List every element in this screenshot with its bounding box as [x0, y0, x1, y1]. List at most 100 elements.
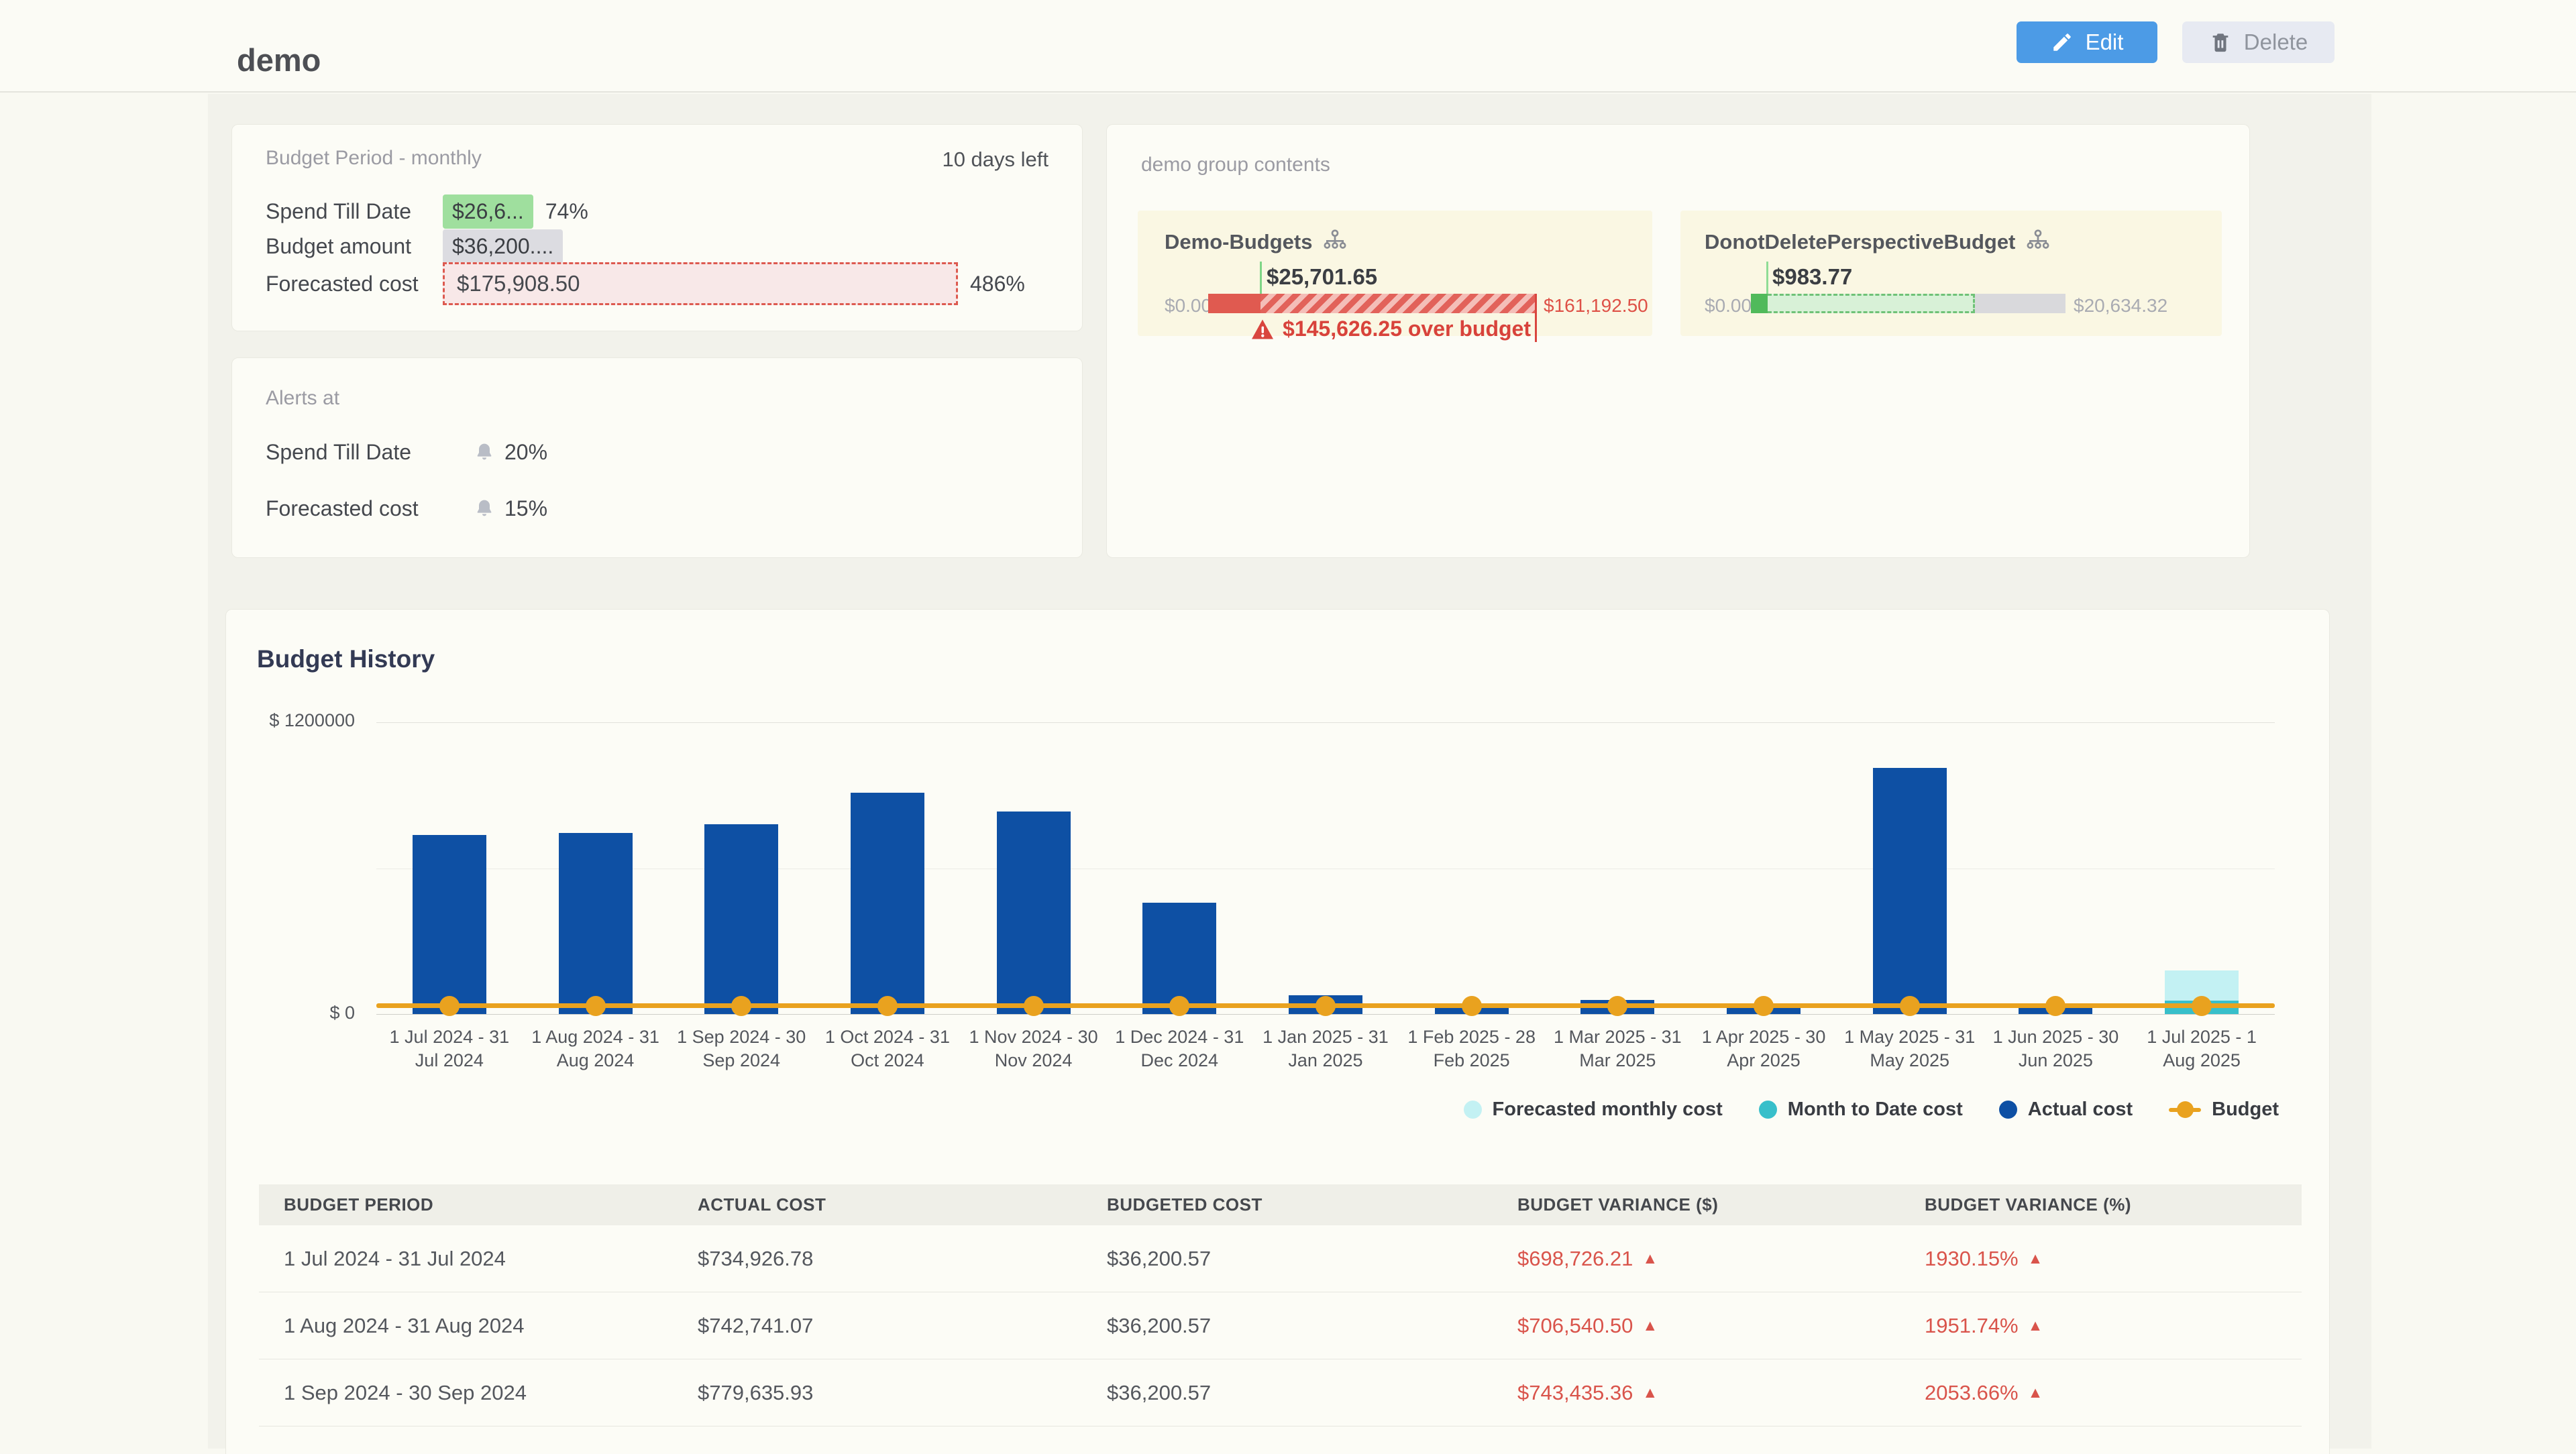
actual-cost-bar	[704, 824, 778, 1014]
legend-item[interactable]: Forecasted monthly cost	[1464, 1099, 1723, 1121]
budget-progress-bar	[1208, 294, 1536, 313]
spend-till-date-label: Spend Till Date	[266, 199, 443, 224]
cell-budget-period: 1 Jul 2024 - 31 Jul 2024	[259, 1247, 673, 1271]
spend-till-date-row: Spend Till Date $26,6... 74%	[266, 194, 588, 229]
delete-button[interactable]: Delete	[2182, 21, 2334, 63]
x-axis-label: 1 Aug 2024 - 31Aug 2024	[523, 1025, 669, 1072]
table-row: 1 Jul 2024 - 31 Jul 2024$734,926.78$36,2…	[259, 1225, 2302, 1292]
budget-history-title: Budget History	[257, 645, 435, 673]
actual-cost-bar	[413, 835, 486, 1014]
x-axis-labels: 1 Jul 2024 - 31Jul 20241 Aug 2024 - 31Au…	[376, 1025, 2275, 1072]
cell-budgeted-cost: $36,200.57	[1082, 1381, 1493, 1405]
budget-marker	[586, 996, 606, 1016]
budget-marker	[1169, 996, 1189, 1016]
delete-button-label: Delete	[2244, 30, 2308, 55]
bar-max-label: $161,192.50	[1544, 295, 1648, 317]
cell-budget-period: 1 Sep 2024 - 30 Sep 2024	[259, 1381, 673, 1405]
over-budget-marker-line	[1535, 294, 1537, 342]
x-axis-label: 1 Jul 2025 - 1Aug 2025	[2129, 1025, 2275, 1072]
cell-actual-cost: $779,635.93	[673, 1381, 1082, 1405]
budget-current-value: $983.77	[1772, 264, 1852, 290]
x-axis-label: 1 Apr 2025 - 30Apr 2025	[1690, 1025, 1837, 1072]
actual-cost-bar	[997, 812, 1071, 1014]
forecasted-cost-value: $175,908.50	[457, 271, 580, 296]
table-header-row: BUDGET PERIOD ACTUAL COST BUDGETED COST …	[259, 1184, 2302, 1225]
legend-label: Budget	[2212, 1099, 2279, 1121]
legend-item[interactable]: Budget	[2169, 1099, 2279, 1121]
cell-actual-cost: $742,741.07	[673, 1314, 1082, 1338]
legend-item[interactable]: Month to Date cost	[1759, 1099, 1963, 1121]
budget-tile-donotdelete[interactable]: DonotDeletePerspectiveBudget $983.77 $0.…	[1680, 211, 2222, 336]
variance-up-icon: ▲	[2028, 1317, 2043, 1335]
budget-marker	[1754, 996, 1774, 1016]
forecast-percent: 486%	[970, 272, 1025, 296]
budget-period-card: Budget Period - monthly 10 days left Spe…	[231, 124, 1083, 331]
budget-marker	[1316, 996, 1336, 1016]
bell-icon	[474, 498, 495, 520]
warning-icon	[1250, 319, 1275, 340]
group-contents-card: demo group contents Demo-Budgets $25,701…	[1106, 124, 2250, 558]
budget-marker	[731, 996, 751, 1016]
hierarchy-icon	[1322, 228, 1348, 256]
budget-tile-demo-budgets[interactable]: Demo-Budgets $25,701.65 $0.00 $161,192.5…	[1138, 211, 1652, 336]
x-axis-label: 1 Feb 2025 - 28Feb 2025	[1399, 1025, 1545, 1072]
variance-up-icon: ▲	[1642, 1384, 1658, 1402]
cell-variance-dollars: $698,726.21▲	[1493, 1247, 1900, 1271]
cell-budgeted-cost: $36,200.57	[1082, 1247, 1493, 1271]
budget-marker	[2192, 996, 2212, 1016]
budget-amount-row: Budget amount $36,200....	[266, 229, 563, 264]
bar-min-label: $0.00	[1705, 295, 1752, 317]
budget-amount-label: Budget amount	[266, 234, 443, 259]
over-budget-text: $145,626.25 over budget	[1283, 317, 1531, 341]
forecasted-cost-row: Forecasted cost $175,908.50 486%	[266, 262, 1025, 305]
y-axis-tick-max: $ 1200000	[226, 710, 355, 731]
over-budget-row: $145,626.25 over budget	[1250, 317, 1531, 341]
actual-cost-bar	[851, 793, 924, 1014]
chart-plot	[376, 722, 2275, 1015]
col-header-actual-cost: ACTUAL COST	[673, 1194, 1082, 1215]
col-header-variance-percent: BUDGET VARIANCE (%)	[1900, 1194, 2302, 1215]
chart-legend: Forecasted monthly cost Month to Date cos…	[1464, 1099, 2279, 1121]
x-axis-label: 1 Dec 2024 - 31Dec 2024	[1106, 1025, 1252, 1072]
page-header: demo Edit Delete	[0, 0, 2576, 93]
edit-button[interactable]: Edit	[2017, 21, 2157, 63]
x-axis-label: 1 Jul 2024 - 31Jul 2024	[376, 1025, 523, 1072]
legend-item[interactable]: Actual cost	[1999, 1099, 2133, 1121]
spend-segment	[1208, 294, 1260, 313]
variance-up-icon: ▲	[1642, 1317, 1658, 1335]
spend-segment	[1751, 294, 1768, 313]
budget-marker	[877, 996, 898, 1016]
actual-cost-bar	[1873, 768, 1947, 1014]
variance-up-icon: ▲	[2028, 1249, 2043, 1268]
budget-marker	[1900, 996, 1920, 1016]
col-header-budgeted-cost: BUDGETED COST	[1082, 1194, 1493, 1215]
cell-variance-percent: 1930.15%▲	[1900, 1247, 2302, 1271]
col-header-budget-period: BUDGET PERIOD	[259, 1194, 673, 1215]
x-axis-label: 1 Nov 2024 - 30Nov 2024	[961, 1025, 1107, 1072]
y-axis-tick-zero: $ 0	[226, 1003, 355, 1023]
alert-spend-row: Spend Till Date 20%	[266, 440, 547, 465]
bar-min-label: $0.00	[1165, 295, 1212, 317]
main-content: Budget Period - monthly 10 days left Spe…	[208, 94, 2371, 1449]
edit-button-label: Edit	[2086, 30, 2124, 55]
x-axis-label: 1 Oct 2024 - 31Oct 2024	[814, 1025, 961, 1072]
cell-variance-dollars: $743,435.36▲	[1493, 1381, 1900, 1405]
budget-name-label: DonotDeletePerspectiveBudget	[1705, 230, 2015, 254]
legend-label: Forecasted monthly cost	[1493, 1099, 1723, 1121]
alert-forecast-percent: 15%	[504, 496, 547, 521]
forecasted-cost-label: Forecasted cost	[266, 272, 443, 296]
budget-current-value: $25,701.65	[1267, 264, 1377, 290]
budget-period-title: Budget Period - monthly	[266, 147, 482, 170]
legend-label: Actual cost	[2028, 1099, 2133, 1121]
alert-spend-label: Spend Till Date	[266, 440, 474, 465]
table-row: 1 Sep 2024 - 30 Sep 2024$779,635.93$36,2…	[259, 1359, 2302, 1427]
alerts-card: Alerts at Spend Till Date 20% Forecasted…	[231, 357, 1083, 558]
pencil-icon	[2051, 31, 2074, 54]
budget-marker	[1024, 996, 1044, 1016]
bell-icon	[474, 442, 495, 463]
alerts-title: Alerts at	[266, 387, 339, 410]
budget-marker	[1462, 996, 1482, 1016]
x-axis-label: 1 Sep 2024 - 30Sep 2024	[668, 1025, 814, 1072]
alert-spend-percent: 20%	[504, 440, 547, 465]
cell-actual-cost: $734,926.78	[673, 1247, 1082, 1271]
